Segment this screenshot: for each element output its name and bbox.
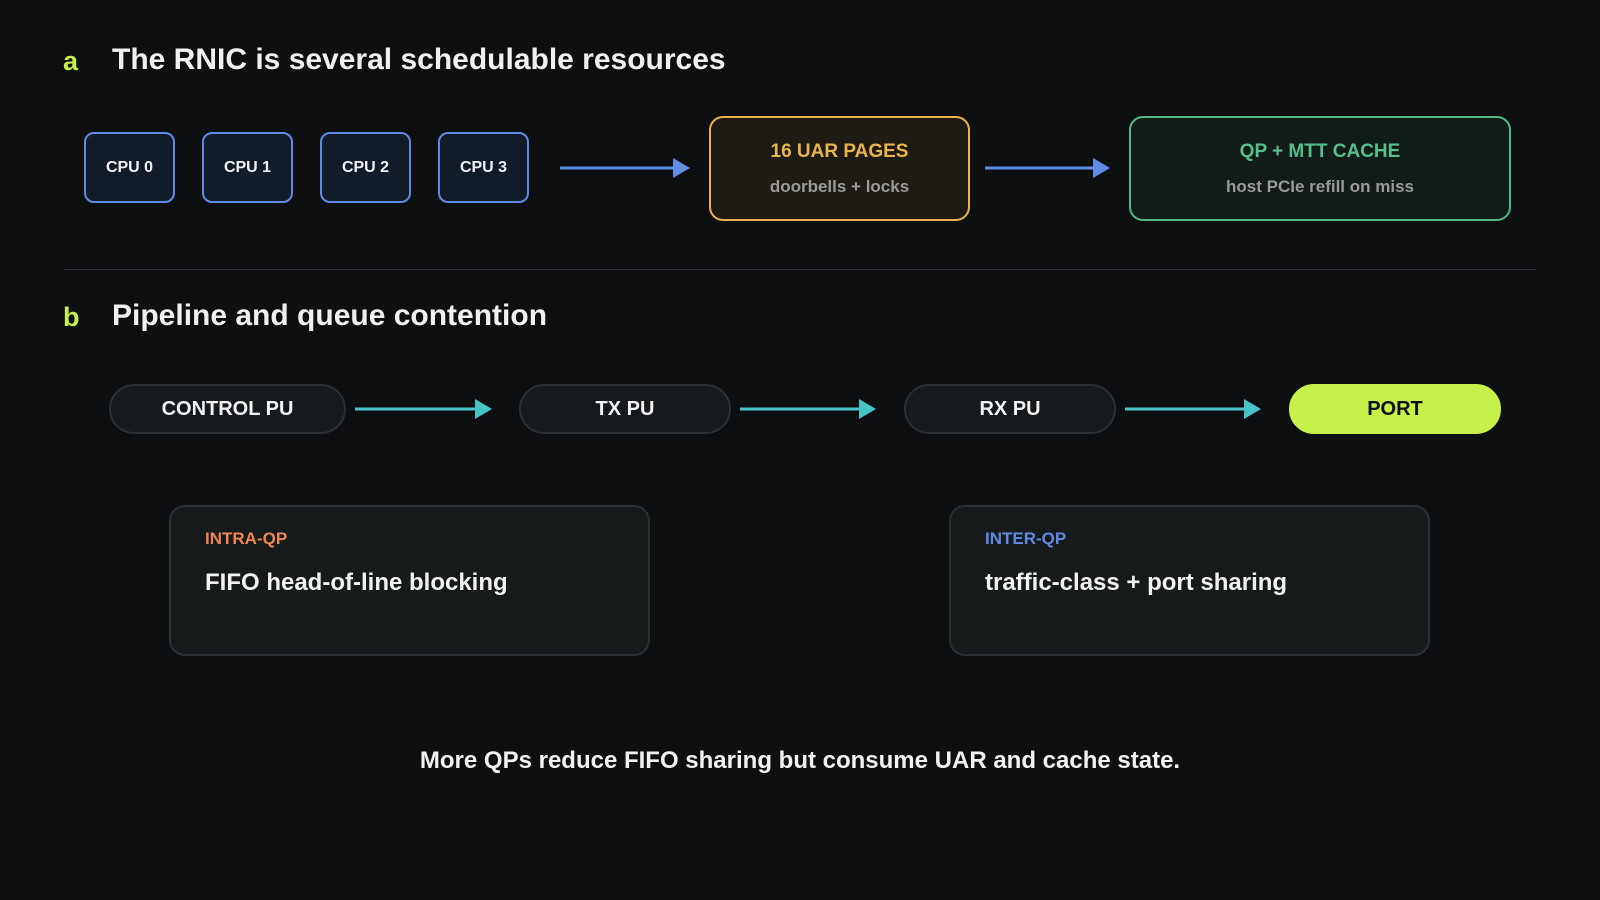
pipeline-arrow-tx-to-rx: [740, 399, 876, 419]
caption-text: More QPs reduce FIFO sharing but consume…: [419, 747, 1181, 774]
inter-qp-card: INTER-QP traffic-class + port sharing: [949, 505, 1430, 656]
inter-qp-tag: INTER-QP: [985, 529, 1067, 548]
intra-qp-card: INTRA-QP FIFO head-of-line blocking: [169, 505, 650, 656]
pipeline-arrow-rx-to-port: [1125, 399, 1261, 419]
resource-arrow-uar-to-cache: [985, 158, 1110, 178]
inter-qp-text: traffic-class + port sharing: [985, 569, 1288, 596]
diagram-canvas: a The RNIC is several schedulable resour…: [0, 0, 1600, 900]
intra-qp-tag: INTRA-QP: [205, 529, 288, 548]
pipeline-arrow-control-to-tx: [355, 399, 492, 419]
intra-qp-text: FIFO head-of-line blocking: [205, 569, 508, 596]
resource-arrow-cpu-to-uar: [560, 158, 690, 178]
